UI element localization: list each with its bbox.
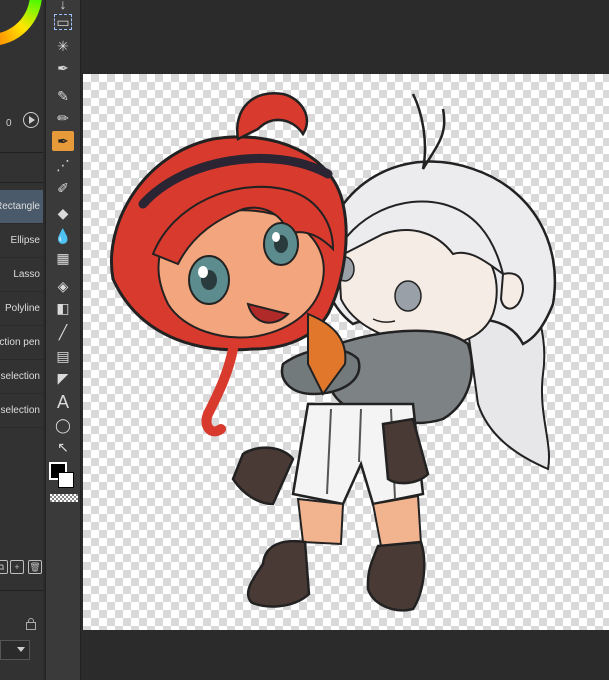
subtool-shrink-selection[interactable]: Shrink selection — [0, 360, 43, 394]
subtool-erase-selection[interactable]: Erase selection — [0, 394, 43, 428]
delete-subtool-icon[interactable]: 🗑 — [28, 560, 42, 574]
tool-property-select[interactable] — [0, 640, 30, 660]
airbrush-icon[interactable]: ⋰ — [52, 155, 74, 175]
balloon-icon[interactable]: ◯ — [52, 415, 74, 435]
lock-icon[interactable] — [26, 618, 36, 630]
workspace — [81, 0, 609, 680]
eyedropper-icon[interactable]: ✒ — [52, 58, 74, 78]
selection-icon[interactable]: ▭ — [52, 12, 74, 32]
divider — [0, 182, 43, 183]
text-icon[interactable]: A — [52, 392, 74, 412]
subtool-footer: ⧉ + 🗑 — [0, 558, 43, 578]
eraser-icon[interactable]: ◆ — [52, 203, 74, 223]
pen-icon[interactable]: ✒ — [52, 131, 74, 151]
chibi-illustration — [110, 91, 557, 612]
correct-line-icon[interactable]: ↖ — [52, 437, 74, 457]
copy-subtool-icon[interactable]: ⧉ — [0, 560, 8, 574]
decoration-icon[interactable]: ✐ — [52, 178, 74, 198]
subtool-polyline[interactable]: Polyline — [0, 292, 43, 326]
sub-tool-list: Rectangle Ellipse Lasso Polyline Selecti… — [0, 190, 43, 428]
ruler-icon[interactable]: ◤ — [52, 368, 74, 388]
gradient-fill-icon[interactable]: ◈ — [52, 276, 74, 296]
tool-bar: ↓ ▭ ✳ ✒ ✎ ✏ ✒ ⋰ ✐ ◆ 💧 ▦ ◈ ◧ ╱ ▤ ◤ A ◯ ↖ — [45, 0, 81, 680]
play-icon[interactable] — [23, 112, 39, 128]
color-wheel[interactable] — [0, 0, 42, 46]
fill-icon[interactable]: ▦ — [52, 248, 74, 268]
sub-color-swatch[interactable] — [58, 472, 74, 488]
gradient-icon[interactable]: ◧ — [52, 298, 74, 318]
subtool-selection-pen[interactable]: Selection pen — [0, 326, 43, 360]
blend-icon[interactable]: 💧 — [52, 226, 74, 246]
add-subtool-icon[interactable]: + — [10, 560, 24, 574]
pencil-icon[interactable]: ✏ — [52, 108, 74, 128]
pen-icon-alt[interactable]: ✎ — [52, 86, 74, 106]
subtool-ellipse[interactable]: Ellipse — [0, 224, 43, 258]
divider — [0, 152, 43, 153]
canvas[interactable] — [83, 74, 609, 630]
subtool-lasso[interactable]: Lasso — [0, 258, 43, 292]
transparent-color-swatch[interactable] — [50, 494, 78, 502]
divider — [0, 590, 43, 591]
frame-icon[interactable]: ▤ — [52, 346, 74, 366]
color-value: 0 — [6, 118, 12, 129]
sub-tool-panel: 0 Rectangle Ellipse Lasso Polyline Selec… — [0, 0, 43, 680]
auto-select-icon[interactable]: ✳ — [52, 36, 74, 56]
subtool-rectangle[interactable]: Rectangle — [0, 190, 43, 224]
figure-icon[interactable]: ╱ — [52, 322, 74, 342]
